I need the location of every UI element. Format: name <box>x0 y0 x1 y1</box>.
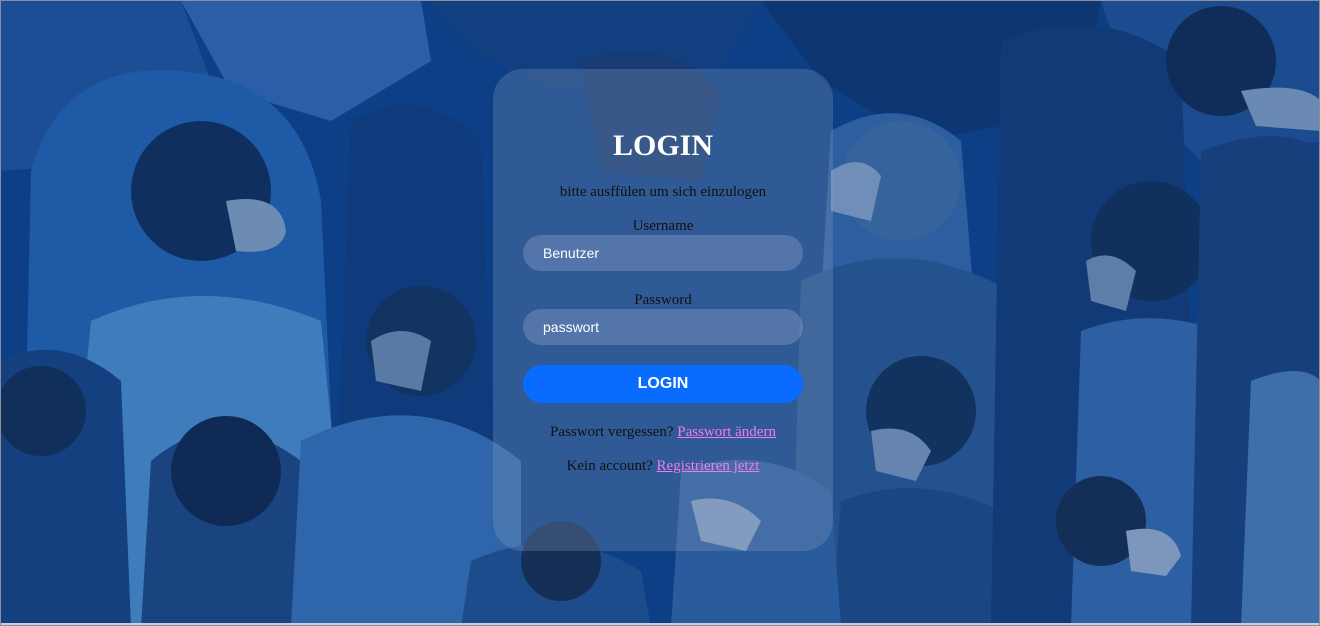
login-page: LOGIN bitte ausffülen um sich einzulogen… <box>0 0 1320 626</box>
forgot-password-line: Passwort vergessen? Passwort ändern <box>493 423 833 441</box>
username-label: Username <box>632 218 694 234</box>
password-input[interactable] <box>523 309 803 345</box>
username-input[interactable] <box>523 235 803 271</box>
login-title: LOGIN <box>612 129 714 162</box>
login-subtitle: bitte ausffülen um sich einzulogen <box>559 184 767 200</box>
register-link[interactable]: Registrieren jetzt <box>657 458 760 474</box>
register-line: Kein account? Registrieren jetzt <box>493 457 833 475</box>
password-label: Password <box>634 292 692 308</box>
login-button[interactable]: LOGIN <box>523 365 803 403</box>
change-password-link[interactable]: Passwort ändern <box>677 424 776 440</box>
login-card: LOGIN bitte ausffülen um sich einzulogen… <box>493 69 833 551</box>
forgot-password-text: Passwort vergessen? <box>550 424 674 440</box>
no-account-text: Kein account? <box>566 458 653 474</box>
